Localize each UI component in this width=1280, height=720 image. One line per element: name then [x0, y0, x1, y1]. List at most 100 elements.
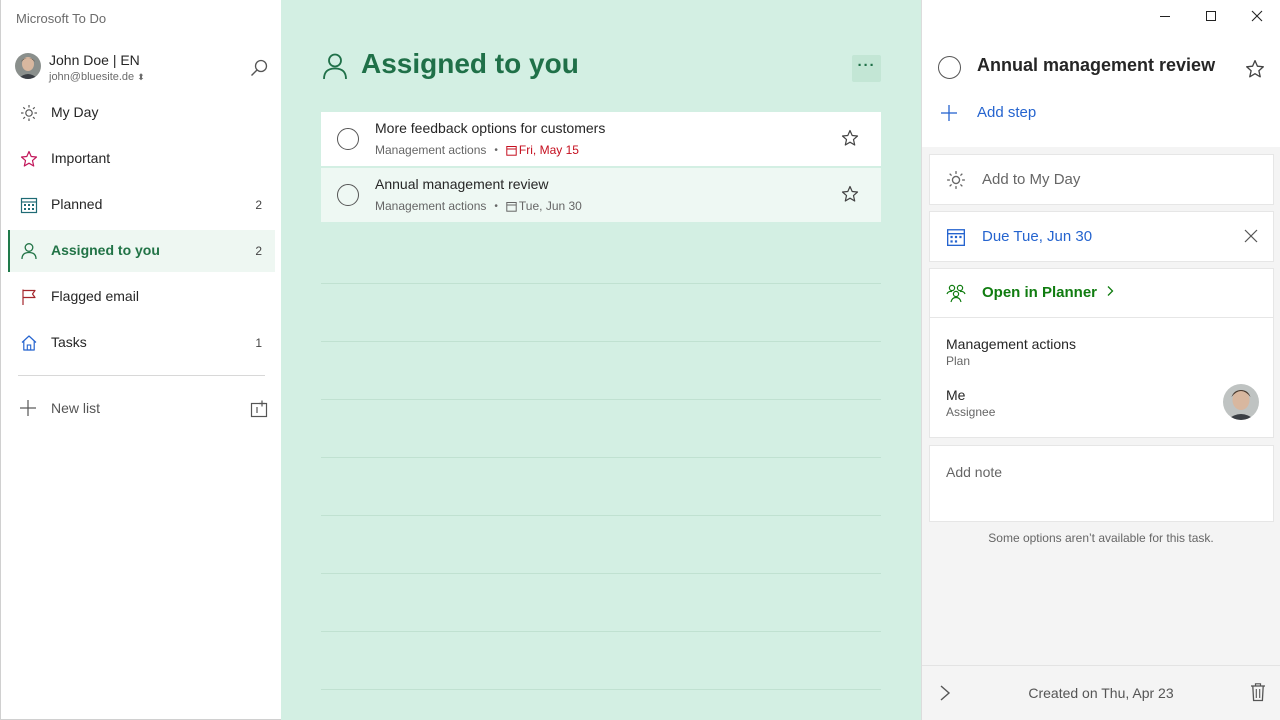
maximize-icon	[1206, 11, 1216, 21]
sidebar-item-label: Tasks	[51, 334, 87, 350]
account-email: john@bluesite.de ⬍	[49, 71, 145, 83]
task-title: Annual management review	[375, 176, 549, 192]
task-list-name: Management actions	[375, 199, 487, 213]
close-icon	[1251, 10, 1263, 22]
sun-icon	[20, 104, 38, 122]
task-complete-checkbox[interactable]	[337, 184, 359, 206]
task-due-text: Tue, Jun 30	[518, 199, 582, 213]
main-list-pane: Assigned to you ··· More feedback option…	[281, 0, 921, 720]
sidebar-divider	[18, 375, 265, 376]
detail-footer: Created on Thu, Apr 23	[922, 665, 1280, 720]
task-due-date: Tue, Jun 30	[506, 199, 582, 213]
chevron-updown-icon: ⬍	[137, 72, 145, 82]
created-date: Created on Thu, Apr 23	[1028, 685, 1174, 701]
task-meta: Management actions • Fri, May 15	[375, 143, 579, 157]
task-due-text: Fri, May 15	[518, 143, 579, 157]
avatar	[15, 53, 41, 79]
add-to-my-day-button[interactable]: Add to My Day	[929, 154, 1274, 205]
account-email-text: john@bluesite.de	[49, 71, 135, 83]
search-icon[interactable]	[249, 58, 269, 78]
window-controls	[1142, 0, 1280, 32]
divider	[930, 317, 1273, 318]
plan-name: Management actions	[946, 336, 1076, 352]
task-meta: Management actions • Tue, Jun 30	[375, 199, 582, 213]
new-list-label: New list	[51, 400, 101, 416]
sidebar-item-label: Important	[51, 150, 111, 166]
person-icon	[20, 242, 38, 260]
avatar	[1223, 384, 1259, 420]
app-title: Microsoft To Do	[16, 11, 107, 26]
detail-header: Annual management review Add step	[922, 0, 1280, 147]
planner-people-icon	[946, 283, 966, 303]
sidebar-item-label: Planned	[51, 196, 103, 212]
chevron-right-icon	[1107, 286, 1114, 296]
task-due-date: Fri, May 15	[506, 143, 579, 157]
background-rule	[321, 399, 881, 400]
plus-icon	[940, 104, 958, 122]
background-rule	[321, 515, 881, 516]
due-date-row[interactable]: Due Tue, Jun 30	[929, 211, 1274, 262]
task-complete-checkbox[interactable]	[337, 128, 359, 150]
close-button[interactable]	[1234, 0, 1280, 32]
unavailable-options-message: Some options aren’t available for this t…	[988, 531, 1214, 545]
flag-icon	[20, 288, 38, 306]
note-field[interactable]: Add note	[929, 445, 1274, 522]
background-rule	[321, 457, 881, 458]
separator-dot: •	[494, 200, 498, 212]
account-switcher[interactable]: John Doe | EN john@bluesite.de ⬍	[15, 52, 270, 88]
calendar-icon	[946, 227, 966, 247]
sidebar-item-tasks[interactable]: Tasks 1	[8, 322, 275, 364]
task-detail-pane: Annual management review Add step Add to…	[921, 0, 1280, 720]
task-item-selected[interactable]: Annual management review Management acti…	[321, 168, 881, 222]
background-rule	[321, 689, 881, 690]
sidebar-item-label: Assigned to you	[51, 242, 160, 258]
separator-dot: •	[494, 144, 498, 156]
minimize-icon	[1160, 16, 1170, 17]
plan-label: Plan	[946, 354, 971, 368]
open-in-planner-link[interactable]: Open in Planner	[982, 284, 1115, 301]
star-icon[interactable]	[841, 185, 859, 203]
task-title: More feedback options for customers	[375, 120, 606, 136]
note-placeholder: Add note	[946, 464, 1003, 480]
calendar-icon	[506, 145, 517, 156]
new-list-button[interactable]: New list	[19, 398, 269, 420]
background-rule	[321, 573, 881, 574]
sidebar-item-label: My Day	[51, 104, 99, 120]
calendar-grid-icon	[20, 196, 38, 214]
sidebar-item-my-day[interactable]: My Day	[8, 92, 275, 134]
due-date-label: Due Tue, Jun 30	[982, 228, 1093, 245]
sidebar-item-planned[interactable]: Planned 2	[8, 184, 275, 226]
star-icon[interactable]	[841, 129, 859, 147]
account-name: John Doe | EN	[49, 52, 140, 68]
page-title: Assigned to you	[361, 48, 579, 79]
new-group-icon[interactable]	[250, 400, 268, 418]
sidebar-item-important[interactable]: Important	[8, 138, 275, 180]
background-rule	[321, 283, 881, 284]
sun-icon	[946, 170, 966, 190]
maximize-button[interactable]	[1188, 0, 1234, 32]
trash-icon[interactable]	[1249, 682, 1267, 702]
task-item[interactable]: More feedback options for customers Mana…	[321, 112, 881, 166]
sidebar-item-flagged-email[interactable]: Flagged email	[8, 276, 275, 318]
person-icon	[321, 52, 349, 80]
calendar-icon	[506, 201, 517, 212]
assignee-label: Assignee	[946, 405, 996, 419]
task-list-name: Management actions	[375, 143, 487, 157]
sidebar-item-count: 1	[255, 336, 262, 350]
remove-due-date-icon[interactable]	[1244, 229, 1258, 243]
assignee-name: Me	[946, 387, 966, 403]
sidebar: Microsoft To Do John Doe | EN john@blues…	[0, 0, 281, 720]
add-step-label: Add step	[977, 104, 1037, 121]
sidebar-item-assigned-to-you[interactable]: Assigned to you 2	[8, 230, 275, 272]
planner-info-card: Open in Planner Management actions Plan …	[929, 268, 1274, 438]
more-options-button[interactable]: ···	[852, 55, 881, 82]
detail-task-title[interactable]: Annual management review	[977, 55, 1215, 76]
plus-icon	[19, 399, 37, 417]
star-icon[interactable]	[1245, 59, 1265, 79]
task-complete-checkbox[interactable]	[938, 56, 961, 79]
background-rule	[321, 631, 881, 632]
open-in-planner-label: Open in Planner	[982, 284, 1098, 301]
minimize-button[interactable]	[1142, 0, 1188, 32]
home-icon	[20, 334, 38, 352]
sidebar-item-count: 2	[255, 198, 262, 212]
